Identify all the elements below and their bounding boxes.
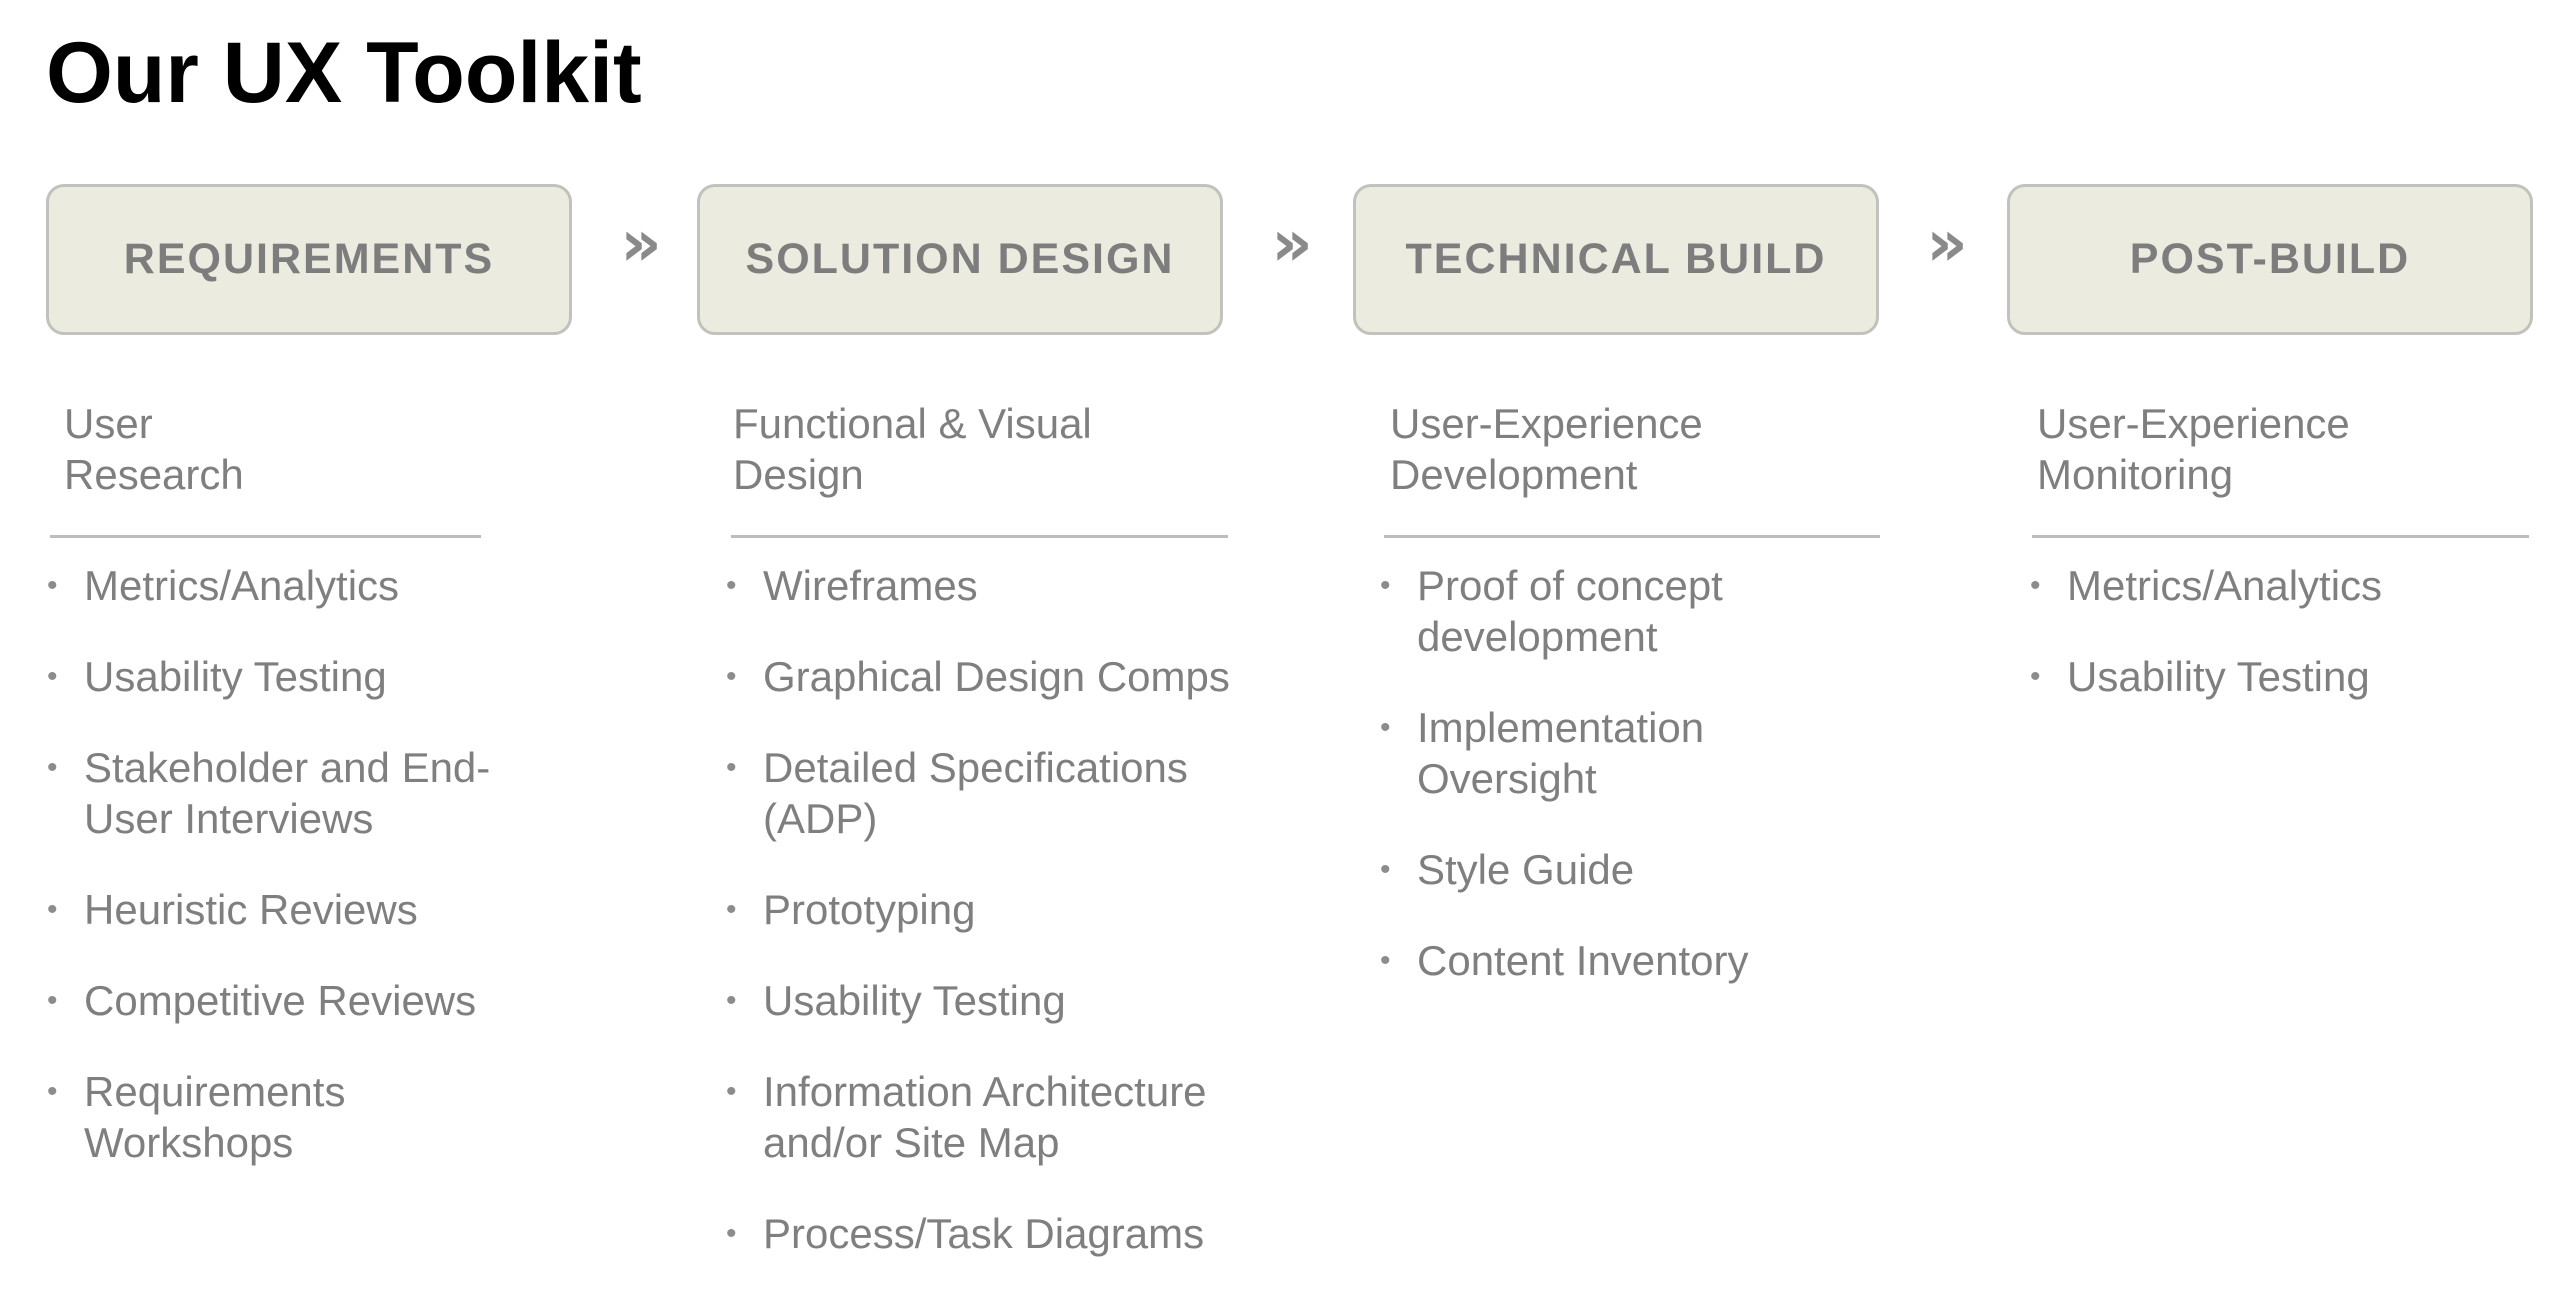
column-heading-requirements: User Research bbox=[64, 400, 244, 498]
list-item: • Requirements Workshops bbox=[47, 1066, 490, 1168]
column-divider bbox=[731, 535, 1228, 538]
stage-box-solution-design: SOLUTION DESIGN bbox=[697, 184, 1223, 335]
double-chevron-right-icon: » bbox=[1271, 207, 1313, 281]
column-divider bbox=[2032, 535, 2529, 538]
bullet-icon: • bbox=[726, 984, 737, 1017]
list-item: • Stakeholder and End- User Interviews bbox=[47, 742, 490, 844]
list-item: • Information Architecture and/or Site Ma… bbox=[726, 1066, 1230, 1168]
list-item: • Metrics/Analytics bbox=[2030, 560, 2382, 611]
list-item: • Detailed Specifications (ADP) bbox=[726, 742, 1230, 844]
list-item: • Heuristic Reviews bbox=[47, 884, 490, 935]
column-divider bbox=[1384, 535, 1880, 538]
list-item-text: Requirements Workshops bbox=[84, 1068, 346, 1166]
list-item: • Wireframes bbox=[726, 560, 1230, 611]
bullet-icon: • bbox=[726, 1075, 737, 1108]
bullet-icon: • bbox=[2030, 569, 2041, 602]
list-item-text: Usability Testing bbox=[763, 977, 1066, 1024]
technical-build-tool-list: • Proof of concept development • Implement… bbox=[1380, 560, 1749, 1026]
stage-label: SOLUTION DESIGN bbox=[745, 235, 1175, 283]
post-build-tool-list: • Metrics/Analytics • Usability Testing bbox=[2030, 560, 2382, 742]
column-divider bbox=[50, 535, 481, 538]
stage-label: TECHNICAL BUILD bbox=[1405, 235, 1827, 283]
stage-box-requirements: REQUIREMENTS bbox=[46, 184, 572, 335]
bullet-icon: • bbox=[1380, 944, 1391, 977]
list-item: • Metrics/Analytics bbox=[47, 560, 490, 611]
list-item: • Style Guide bbox=[1380, 844, 1749, 895]
list-item: • Proof of concept development bbox=[1380, 560, 1749, 662]
list-item-text: Style Guide bbox=[1417, 846, 1635, 893]
column-heading-solution-design: Functional & Visual Design bbox=[733, 400, 1092, 498]
list-item-text: Prototyping bbox=[763, 886, 976, 933]
list-item: • Implementation Oversight bbox=[1380, 702, 1749, 804]
list-item: • Usability Testing bbox=[2030, 651, 2382, 702]
bullet-icon: • bbox=[47, 751, 58, 784]
bullet-icon: • bbox=[47, 893, 58, 926]
bullet-icon: • bbox=[726, 893, 737, 926]
stage-box-post-build: POST-BUILD bbox=[2007, 184, 2533, 335]
column-heading-post-build: User-Experience Monitoring bbox=[2037, 400, 2350, 498]
bullet-icon: • bbox=[1380, 853, 1391, 886]
list-item-text: Usability Testing bbox=[84, 653, 387, 700]
list-item: • Usability Testing bbox=[47, 651, 490, 702]
list-item-text: Detailed Specifications (ADP) bbox=[763, 744, 1188, 842]
list-item-text: Process/Task Diagrams bbox=[763, 1210, 1205, 1257]
list-item-text: Usability Testing bbox=[2067, 653, 2370, 700]
list-item-text: Implementation Oversight bbox=[1417, 704, 1705, 802]
list-item: • Prototyping bbox=[726, 884, 1230, 935]
bullet-icon: • bbox=[1380, 711, 1391, 744]
list-item: • Graphical Design Comps bbox=[726, 651, 1230, 702]
bullet-icon: • bbox=[726, 751, 737, 784]
bullet-icon: • bbox=[47, 569, 58, 602]
stage-box-technical-build: TECHNICAL BUILD bbox=[1353, 184, 1879, 335]
stage-label: POST-BUILD bbox=[2129, 235, 2411, 283]
page-title: Our UX Toolkit bbox=[46, 25, 642, 121]
bullet-icon: • bbox=[1380, 569, 1391, 602]
list-item-text: Graphical Design Comps bbox=[763, 653, 1230, 700]
bullet-icon: • bbox=[47, 984, 58, 1017]
list-item: • Process/Task Diagrams bbox=[726, 1208, 1230, 1259]
requirements-tool-list: • Metrics/Analytics • Usability Testing • S… bbox=[47, 560, 490, 1208]
list-item-text: Competitive Reviews bbox=[84, 977, 477, 1024]
bullet-icon: • bbox=[726, 569, 737, 602]
bullet-icon: • bbox=[726, 660, 737, 693]
list-item-text: Content Inventory bbox=[1417, 937, 1749, 984]
list-item-text: Stakeholder and End- User Interviews bbox=[84, 744, 491, 842]
list-item-text: Wireframes bbox=[763, 562, 978, 609]
list-item-text: Metrics/Analytics bbox=[84, 562, 400, 609]
list-item: • Usability Testing bbox=[726, 975, 1230, 1026]
column-heading-technical-build: User-Experience Development bbox=[1390, 400, 1703, 498]
list-item-text: Proof of concept development bbox=[1417, 562, 1723, 660]
double-chevron-right-icon: » bbox=[1926, 207, 1968, 281]
list-item: • Content Inventory bbox=[1380, 935, 1749, 986]
bullet-icon: • bbox=[2030, 660, 2041, 693]
bullet-icon: • bbox=[47, 660, 58, 693]
list-item-text: Heuristic Reviews bbox=[84, 886, 418, 933]
bullet-icon: • bbox=[47, 1075, 58, 1108]
list-item-text: Information Architecture and/or Site Map bbox=[763, 1068, 1207, 1166]
list-item-text: Metrics/Analytics bbox=[2067, 562, 2383, 609]
bullet-icon: • bbox=[726, 1217, 737, 1250]
solution-design-tool-list: • Wireframes • Graphical Design Comps • Det… bbox=[726, 560, 1230, 1299]
stage-label: REQUIREMENTS bbox=[123, 235, 495, 283]
double-chevron-right-icon: » bbox=[620, 207, 662, 281]
list-item: • Competitive Reviews bbox=[47, 975, 490, 1026]
